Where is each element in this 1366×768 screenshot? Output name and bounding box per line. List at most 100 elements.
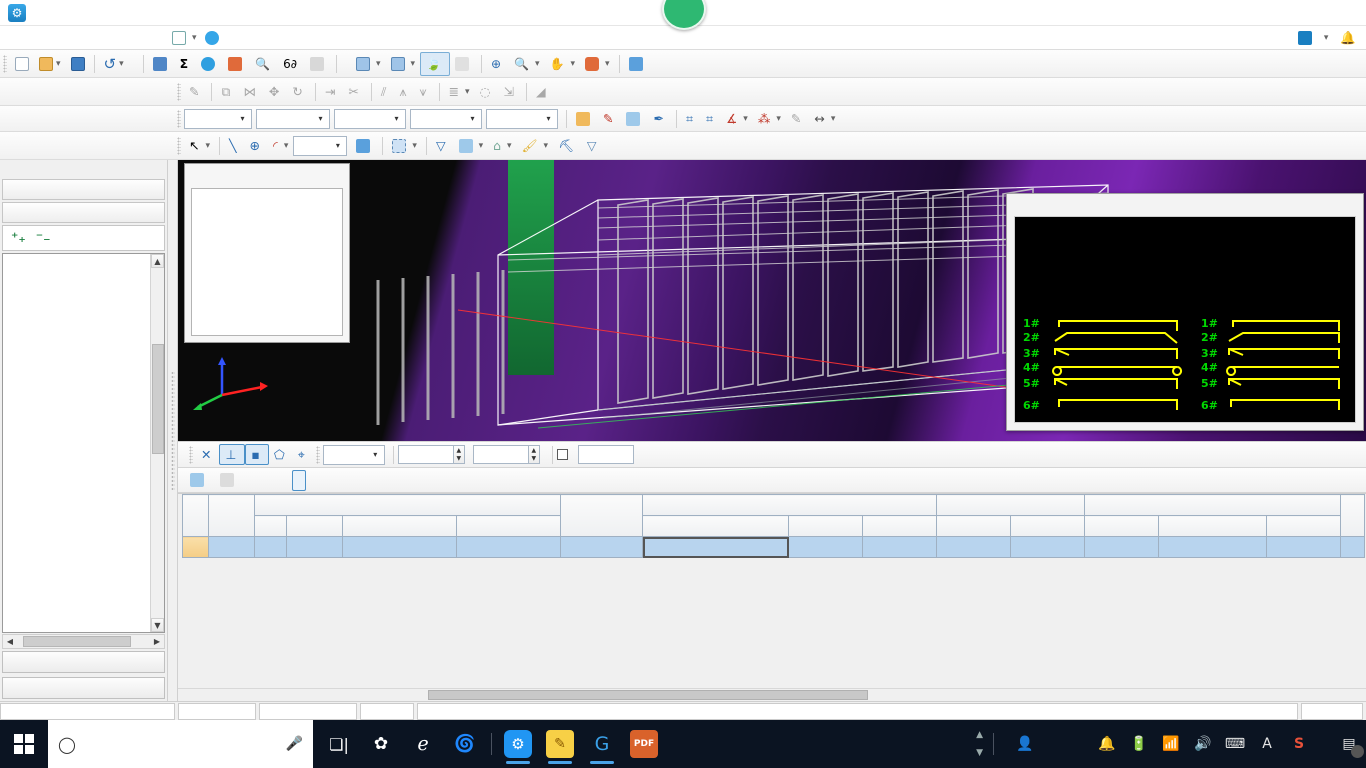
batch-select-button[interactable] bbox=[305, 52, 332, 76]
top-view-button[interactable]: ▾ bbox=[386, 52, 421, 76]
cell-side-through[interactable] bbox=[1084, 536, 1160, 558]
apply-same-name-beam-button[interactable]: ▽ bbox=[582, 134, 605, 158]
chrome-g-icon[interactable]: G bbox=[582, 722, 622, 766]
snap-intersection-button[interactable]: ✕ bbox=[196, 444, 219, 465]
cell-span-length[interactable] bbox=[286, 536, 343, 558]
stretch-button[interactable]: ⇲ bbox=[499, 80, 522, 104]
toolbar-overflow-left[interactable] bbox=[129, 52, 139, 76]
chevron-down-icon[interactable]: ▾ bbox=[390, 114, 403, 123]
expand-all-icon[interactable]: ⁺₊ bbox=[11, 230, 26, 246]
view-rebar-qty-button[interactable]: 6∂ bbox=[278, 52, 305, 76]
panel-splitter[interactable] bbox=[168, 160, 178, 701]
tray-scroll-arrows[interactable]: ▲ ▼ bbox=[976, 730, 983, 758]
chevron-down-icon[interactable]: ▾ bbox=[412, 141, 417, 151]
spiral-icon[interactable]: 🌀 bbox=[445, 722, 485, 766]
chevron-down-icon[interactable]: ▾ bbox=[479, 141, 484, 151]
paste-span-data-button[interactable] bbox=[214, 470, 244, 491]
break-button[interactable]: ⫽ bbox=[376, 80, 395, 104]
subcategory-select[interactable]: ▾ bbox=[334, 108, 406, 129]
trim-button[interactable]: ✂ bbox=[343, 80, 366, 104]
pan-button[interactable]: ✋ ▾ bbox=[545, 52, 580, 76]
keyboard-icon[interactable]: ⌨ bbox=[1224, 732, 1246, 756]
split-button[interactable]: ⩛ bbox=[415, 80, 435, 104]
toolbar-overflow-mid[interactable] bbox=[341, 52, 351, 76]
new-file-button[interactable] bbox=[10, 52, 34, 76]
menu-item-rebar-qty[interactable] bbox=[72, 36, 84, 40]
chevron-down-icon[interactable]: ▾ bbox=[236, 114, 249, 123]
component-list-button[interactable] bbox=[621, 107, 648, 131]
stepper-up-icon[interactable]: ▲ bbox=[529, 446, 539, 455]
rebar-display-control-panel[interactable] bbox=[184, 163, 350, 343]
move-button[interactable]: ✥ bbox=[264, 80, 287, 104]
zoom-button[interactable]: 🔍 ▾ bbox=[509, 52, 544, 76]
save-button[interactable] bbox=[66, 52, 90, 76]
properties-button[interactable] bbox=[571, 107, 598, 131]
chevron-down-icon[interactable]: ▾ bbox=[743, 114, 748, 124]
chevron-up-icon[interactable]: ▲ bbox=[976, 730, 983, 740]
chevron-down-icon[interactable]: ▾ bbox=[465, 87, 470, 97]
two-point-axis-button[interactable]: ⌗ bbox=[681, 107, 701, 131]
sogou-icon[interactable]: S bbox=[1288, 732, 1310, 756]
snap-vertex-button[interactable]: ⬠ bbox=[269, 444, 293, 465]
delete-button[interactable]: ✎ bbox=[184, 80, 207, 104]
menu-item-cloud-app[interactable] bbox=[108, 36, 120, 40]
guang-xiao-er-button[interactable] bbox=[201, 30, 226, 46]
view-3d-button[interactable]: ▾ bbox=[351, 52, 386, 76]
page-setup-button[interactable] bbox=[268, 470, 280, 491]
rectangle-tool-button[interactable] bbox=[351, 134, 378, 158]
stepper-up-icon[interactable]: ▲ bbox=[454, 446, 464, 455]
wifi-icon[interactable]: 📶 bbox=[1160, 732, 1182, 756]
component-tree[interactable]: ▲ ▼ bbox=[2, 253, 165, 633]
notes-app-icon[interactable]: ✎ bbox=[540, 722, 580, 766]
floor-select[interactable]: ▾ bbox=[184, 108, 252, 129]
chevron-down-icon[interactable]: ▾ bbox=[205, 141, 210, 151]
three-point-axis-button[interactable]: ⁂ ▾ bbox=[753, 107, 786, 131]
edge-icon[interactable]: ℯ bbox=[403, 722, 443, 766]
snap-coordinate-button[interactable]: ⌖ bbox=[293, 444, 313, 465]
offset-mode-select[interactable]: ▾ bbox=[322, 444, 385, 465]
toolbar-grip[interactable] bbox=[177, 109, 181, 128]
scroll-right-icon[interactable]: ▶ bbox=[150, 637, 164, 646]
cell-side-insitu[interactable] bbox=[1158, 536, 1268, 558]
cell-a4[interactable] bbox=[254, 536, 287, 558]
notification-center-icon[interactable]: ▤ bbox=[1338, 732, 1364, 758]
menu-item-view[interactable] bbox=[84, 36, 96, 40]
y-stepper[interactable]: ▲ ▼ bbox=[528, 445, 540, 464]
chevron-down-icon[interactable]: ▾ bbox=[535, 59, 540, 69]
maximize-button[interactable] bbox=[1276, 0, 1321, 26]
flush-slab-top-button[interactable] bbox=[223, 52, 250, 76]
find-element-button[interactable]: 🔍 bbox=[250, 52, 278, 76]
point-length-button[interactable]: ⊕ bbox=[245, 134, 268, 158]
start-button[interactable] bbox=[0, 720, 48, 768]
bell-icon[interactable]: 🔔 bbox=[1340, 30, 1356, 46]
chevron-down-icon[interactable]: ▾ bbox=[776, 114, 781, 124]
draw-mode-select[interactable]: ▾ bbox=[293, 135, 348, 156]
delete-current-column-button[interactable] bbox=[256, 470, 268, 491]
three-point-arc-button[interactable]: ◜ ▾ bbox=[268, 134, 293, 158]
chevron-down-icon[interactable]: ▾ bbox=[376, 59, 381, 69]
swap-start-span-button[interactable] bbox=[280, 470, 292, 491]
bell-icon[interactable]: 🔔 bbox=[1096, 732, 1118, 756]
set-grip-button[interactable]: ◢ bbox=[531, 80, 554, 104]
table-row[interactable] bbox=[182, 536, 1366, 558]
select-tool-button[interactable]: ↖ ▾ bbox=[184, 134, 215, 158]
toolbar-grip[interactable] bbox=[177, 136, 181, 155]
open-file-button[interactable]: ▾ bbox=[34, 52, 66, 76]
cell-right-support[interactable] bbox=[861, 536, 938, 558]
scrollbar-thumb[interactable] bbox=[23, 636, 131, 647]
copy-button[interactable]: ⧉ bbox=[216, 80, 238, 104]
beam-data-table[interactable] bbox=[182, 494, 1366, 558]
chevron-down-icon[interactable]: ▾ bbox=[369, 450, 382, 459]
layer-select[interactable]: ▾ bbox=[486, 108, 558, 129]
cell-left-support[interactable] bbox=[642, 536, 789, 558]
menu-item-floor[interactable] bbox=[24, 36, 36, 40]
menu-item-bim-app[interactable] bbox=[120, 36, 132, 40]
menu-item-file[interactable] bbox=[0, 36, 12, 40]
batch-identify-support-button[interactable]: ⛏ bbox=[553, 134, 582, 158]
cell-bottom-rebar[interactable] bbox=[1010, 536, 1086, 558]
delete-axis-button[interactable]: ✎ bbox=[786, 107, 809, 131]
cell-mid-span[interactable] bbox=[788, 536, 863, 558]
input-current-column-button[interactable] bbox=[244, 470, 256, 491]
snap-perpendicular-button[interactable]: ⊥ bbox=[219, 444, 246, 465]
cloud-check-button[interactable] bbox=[196, 52, 223, 76]
